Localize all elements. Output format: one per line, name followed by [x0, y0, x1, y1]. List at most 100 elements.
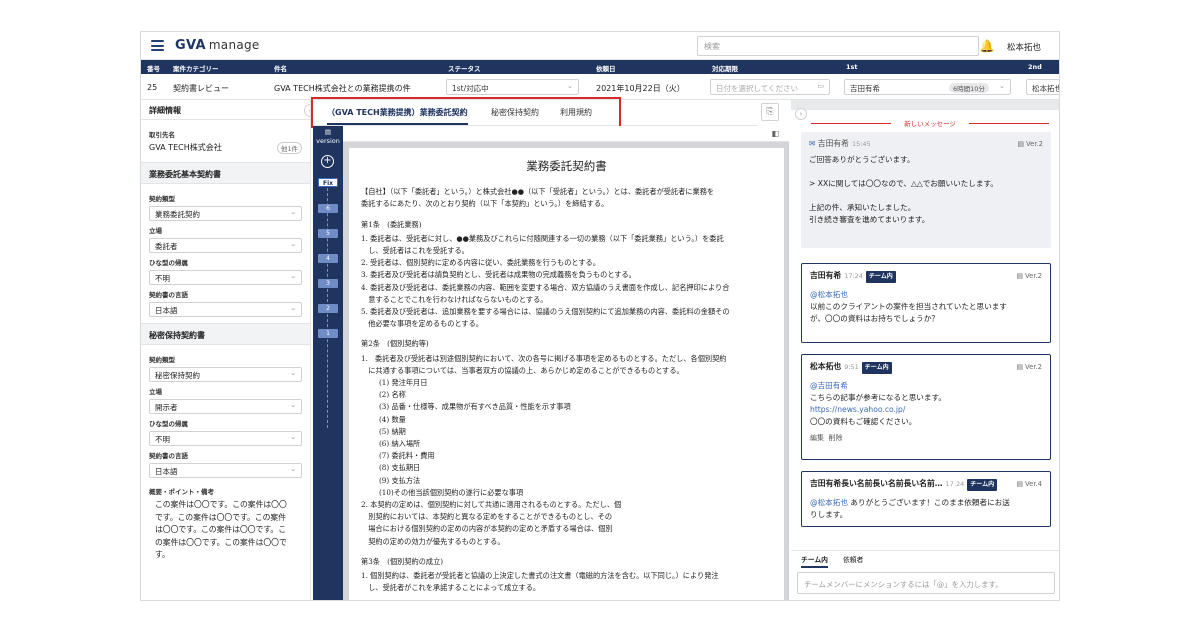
- version-node[interactable]: 2: [318, 304, 338, 313]
- message-card[interactable]: 吉田有希長い名前長い名前長い名前… 17:24 チーム内 ▤ Ver.4 @松本拓也…: [801, 471, 1051, 527]
- hamburger-menu-icon[interactable]: [151, 40, 164, 51]
- document-line: 1. 個別契約は、委託者が受託者と協議の上決定した書式の注文書（電磁的方法を含む…: [361, 571, 719, 581]
- message-tabs: チーム内 依頼者: [791, 550, 1059, 568]
- template-owner-select[interactable]: 不明 ⌄: [149, 431, 302, 446]
- header-request-date: 依頼日: [596, 65, 616, 73]
- version-node[interactable]: 3: [318, 279, 338, 288]
- message-time: 15:45: [851, 140, 871, 148]
- template-owner-select[interactable]: 不明 ⌄: [149, 270, 302, 285]
- status-select[interactable]: 1st/対応中 ⌄: [446, 79, 579, 95]
- deadline-date-picker[interactable]: 日付を選択してください ▭: [710, 79, 830, 95]
- contract-type-select[interactable]: 業務委託契約 ⌄: [149, 206, 302, 221]
- case-number: 25: [147, 83, 158, 92]
- second-assignee-select[interactable]: 松本拓也: [1026, 79, 1059, 95]
- document-line: 1. 委託者は、受託者に対し、●●業務及びこれらに付随関連する一切の業務（以下「…: [361, 233, 724, 243]
- detail-panel: 詳細情報‹ 取引先名 GVA TECH株式会社他1件 業務委託基本契約書 契約類…: [141, 100, 311, 600]
- document-title: 業務委託契約書: [526, 159, 607, 173]
- collapse-left-icon[interactable]: ‹: [304, 104, 310, 117]
- detail-panel-title: 詳細情報‹: [141, 100, 310, 120]
- version-tag[interactable]: ▤ Ver.4: [1016, 478, 1042, 490]
- document-page[interactable]: 業務委託契約書 【自社】（以下「委託者」という。）と株式会社●●（以下「受託者」…: [349, 148, 784, 600]
- request-date: 2021年10月22日（火）: [596, 84, 685, 93]
- article-heading: 第1条 (委託業務): [361, 219, 422, 229]
- version-node[interactable]: 1: [318, 329, 338, 338]
- counterparty-more-tag[interactable]: 他1件: [276, 142, 302, 154]
- message-link[interactable]: https://news.yahoo.co.jp/: [810, 404, 1042, 416]
- language-select[interactable]: 日本語 ⌄: [149, 302, 302, 317]
- document-line: 場合における個別契約の定めの内容が本契約の定めと矛盾する場合は、個別: [361, 524, 613, 534]
- document-line: 3. 委託者及び受託者は請負契約とし、受託者は成果物の完成義務を負うものとする。: [361, 270, 636, 280]
- tab-team[interactable]: チーム内: [801, 554, 828, 568]
- message-card[interactable]: 松本拓也 9:51 チーム内 ▤ Ver.2 @吉田有希 こちらの記事が参考になると…: [801, 354, 1051, 460]
- contract-type-select[interactable]: 秘密保持契約 ⌄: [149, 367, 302, 382]
- add-document-icon[interactable]: ⎘: [761, 103, 779, 121]
- calendar-icon: ▭: [817, 82, 824, 90]
- app-logo[interactable]: GVA manage: [175, 38, 260, 53]
- search-input[interactable]: 検索: [697, 36, 979, 56]
- version-tag[interactable]: ▤ Ver.2: [1017, 138, 1043, 150]
- expand-panel-icon[interactable]: ›: [795, 108, 807, 120]
- version-tag[interactable]: ▤ Ver.2: [1016, 270, 1042, 282]
- bell-icon[interactable]: 🔔: [979, 38, 995, 54]
- table-header: 番号 案件カテゴリー 件名 ステータス 依頼日 対応期限 1st 2nd: [141, 60, 1059, 74]
- document-line: 他必要な事項を定めるものとする。: [361, 319, 483, 329]
- document-line: 5. 委託者及び受託者は、追加業務を要する場合には、協議のうえ個別契約にて追加業…: [361, 307, 730, 317]
- document-line: 別契約においては、本契約と異なる定めをすることができるものとし、その: [361, 512, 613, 522]
- document-line: (6) 納入場所: [379, 439, 421, 449]
- document-line: (4) 数量: [379, 414, 406, 424]
- message-time: 17:24: [945, 480, 965, 488]
- document-line: し、受託者はこれを受託する。: [361, 246, 469, 256]
- message-author: 吉田有希長い名前長い名前長い名前…: [810, 479, 943, 488]
- message-card[interactable]: ✉ 吉田有希 15:45 ▤ Ver.2 ご回答ありがとうございます。 > XXに…: [801, 132, 1051, 248]
- team-badge: チーム内: [967, 479, 998, 491]
- note-text[interactable]: この案件は〇〇です。この案件は〇〇 です。この案件は〇〇です。この案件 は〇〇です。…: [141, 499, 310, 562]
- message-card[interactable]: 吉田有希 17:24 チーム内 ▤ Ver.2 @松本拓也 以前このクライアントの案…: [801, 263, 1051, 343]
- version-node[interactable]: 5: [318, 229, 338, 238]
- message-body: @松本拓也 以前このクライアントの案件を担当されていたと思います が、〇〇の資料は…: [810, 289, 1042, 325]
- field-label: 契約書の言語: [149, 452, 188, 460]
- document-line: (2) 名称: [379, 390, 406, 400]
- document-line: 4. 委託者及び受託者は、委託業務の内容、範囲を変更する場合、双方協議のうえ書面…: [361, 282, 730, 292]
- language-select[interactable]: 日本語 ⌄: [149, 463, 302, 478]
- app-window: GVA manage 検索 🔔 松本拓也 番号 案件カテゴリー 件名 ステータス …: [140, 31, 1060, 601]
- edit-button[interactable]: 編集: [810, 434, 824, 442]
- version-tag[interactable]: ▤ Ver.2: [1016, 361, 1042, 373]
- header-subject: 件名: [274, 65, 287, 73]
- section-nda[interactable]: 秘密保持契約書: [141, 323, 310, 345]
- header-category: 案件カテゴリー: [173, 65, 219, 73]
- first-assignee-select[interactable]: 吉田有希 6時間10分 ⌄: [844, 79, 1011, 95]
- message-input[interactable]: チームメンバーにメンションするには「@」を入力します。: [797, 572, 1055, 594]
- document-line: 1. 委託者及び受託者は別途個別契約において、次の各号に掲げる事項を定めるものと…: [361, 353, 727, 363]
- current-user[interactable]: 松本拓也: [1007, 41, 1041, 53]
- section-outsourcing-contract[interactable]: 業務委託基本契約書: [141, 162, 310, 184]
- message-body: @松本拓也 ありがとうございます！このまま依頼者にお送 りします。: [810, 498, 1010, 519]
- delete-button[interactable]: 削除: [828, 434, 842, 442]
- message-panel: › 新しいメッセージ ✉ 吉田有希 15:45 ▤ Ver.2 ご回答ありがとうご…: [791, 100, 1059, 600]
- team-badge: チーム内: [865, 271, 896, 283]
- document-line: (3) 品番・仕様等、成果物が有すべき品質・性能を示す事項: [379, 402, 571, 412]
- version-node[interactable]: 4: [318, 254, 338, 263]
- version-fix[interactable]: Fix: [318, 178, 338, 187]
- message-time: 9:51: [844, 363, 859, 371]
- document-line: 意することでこれを行わなければならないものとする。: [361, 294, 548, 304]
- position-select[interactable]: 委託者 ⌄: [149, 238, 302, 253]
- version-track: [327, 178, 328, 428]
- sec2-fields: 契約類型 秘密保持契約 ⌄ 立場 開示者 ⌄ ひな型の帰属 不明 ⌄ 契約書の言語 日…: [141, 345, 310, 496]
- document-line: に共通する事項については、当事者双方の協議の上、あらかじめ定めることができるもの…: [361, 365, 684, 375]
- tab-client[interactable]: 依頼者: [843, 554, 863, 564]
- position-select[interactable]: 開示者 ⌄: [149, 399, 302, 414]
- message-time: 17:24: [844, 272, 863, 280]
- field-label: 立場: [149, 388, 162, 396]
- field-label: ひな型の帰属: [149, 420, 188, 428]
- message-body: ご回答ありがとうございます。 > XXに関しては〇〇なので、△△でお願いいたしま…: [809, 155, 998, 224]
- field-label: 契約類型: [149, 195, 175, 203]
- mention: @松本拓也: [810, 498, 848, 507]
- message-author: 松本拓也: [810, 362, 842, 371]
- mention: @松本拓也: [810, 290, 848, 299]
- document-line: (1) 発注年月日: [379, 378, 428, 388]
- version-node[interactable]: 6: [318, 204, 338, 213]
- add-version-icon[interactable]: +: [321, 155, 334, 168]
- panel-top-strip: [791, 100, 1059, 110]
- document-line: 委託するにあたり、次のとおり契約（以下「本契約」という。）を締結する。: [361, 199, 609, 209]
- split-pane-icon[interactable]: ◧: [771, 129, 779, 138]
